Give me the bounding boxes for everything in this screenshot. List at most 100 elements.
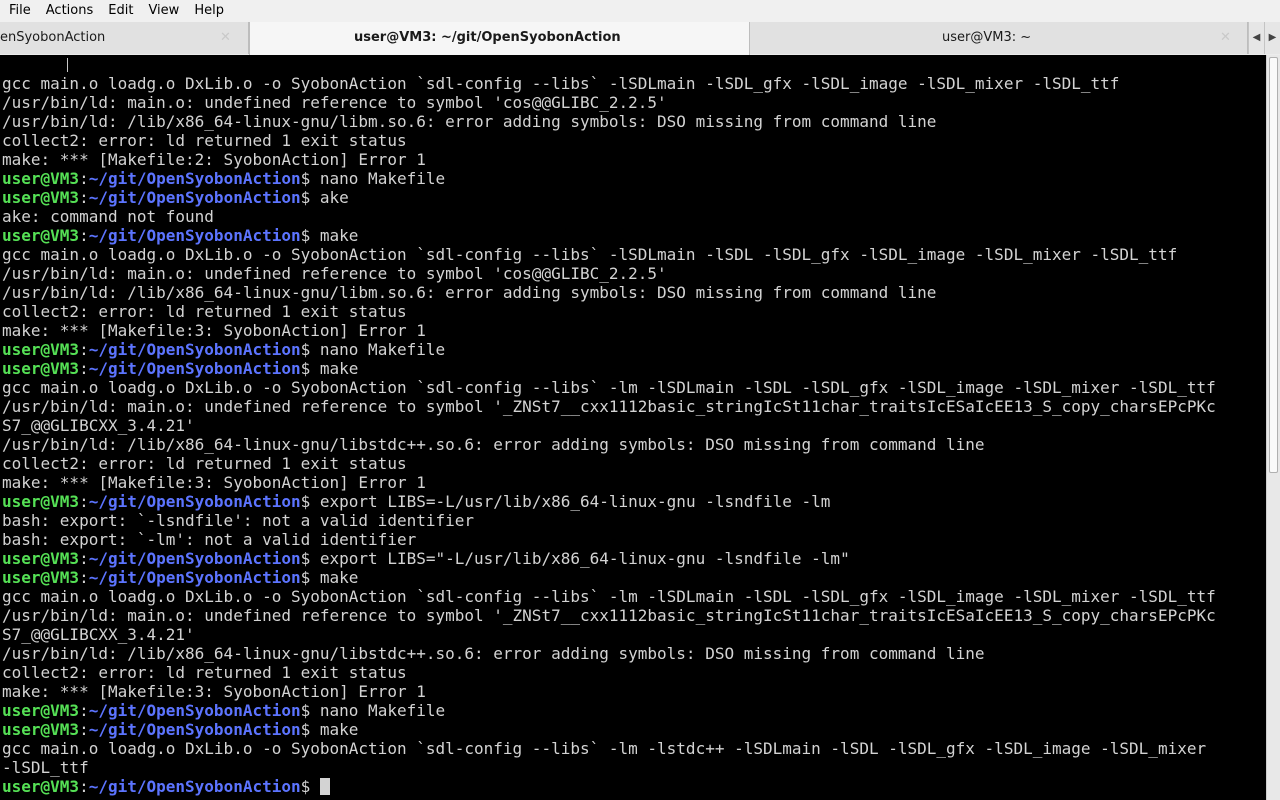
prompt-end: $ [300,549,320,568]
prompt-path: ~/git/OpenSyobonAction [88,226,301,245]
output-line: collect2: error: ld returned 1 exit stat… [2,663,407,682]
prompt-end: $ [300,340,320,359]
output-line: make: *** [Makefile:3: SyobonAction] Err… [2,473,426,492]
terminal-lines: gcc main.o loadg.o DxLib.o -o SyobonActi… [2,55,1216,796]
command-line: user@VM3:~/git/OpenSyobonAction$ ake [2,188,1216,207]
menu-help[interactable]: Help [185,0,230,22]
prompt-end: $ [300,492,320,511]
prompt-separator: : [79,359,89,378]
output-line: S7_@@GLIBCXX_3.4.21' [2,625,195,644]
prompt-user: user@VM3 [2,169,80,188]
scrollbar-thumb[interactable] [1269,57,1278,473]
command-line: user@VM3:~/git/OpenSyobonAction$ export … [2,492,1216,511]
output-line: /usr/bin/ld: main.o: undefined reference… [2,264,667,283]
tab-home[interactable]: user@VM3: ~ ✕ [750,22,1248,54]
prompt-end: $ [300,701,320,720]
prompt-separator: : [79,226,89,245]
command-line: user@VM3:~/git/OpenSyobonAction$ make [2,359,1216,378]
output-line: make: *** [Makefile:2: SyobonAction] Err… [2,150,426,169]
output-line: gcc main.o loadg.o DxLib.o -o SyobonActi… [2,378,1216,397]
command-line: user@VM3:~/git/OpenSyobonAction$ make [2,720,1216,739]
command-line: user@VM3:~/git/OpenSyobonAction$ nano Ma… [2,169,1216,188]
prompt-separator: : [79,188,89,207]
prompt-separator: : [79,549,89,568]
output-line: /usr/bin/ld: /lib/x86_64-linux-gnu/libm.… [2,112,937,131]
output-line: collect2: error: ld returned 1 exit stat… [2,454,407,473]
command-text: make [319,720,359,739]
output-line: /usr/bin/ld: main.o: undefined reference… [2,606,1216,625]
tab-opensyobonaction-1[interactable]: enSyobonAction ✕ [0,22,249,54]
tab-opensyobonaction-active[interactable]: user@VM3: ~/git/OpenSyobonAction [249,22,750,55]
prompt-end: $ [300,188,320,207]
active-prompt-line: user@VM3:~/git/OpenSyobonAction$ [2,777,1216,796]
tab-bar: enSyobonAction ✕ user@VM3: ~/git/OpenSyo… [0,22,1280,55]
output-line: ake: command not found [2,207,214,226]
prompt-separator: : [79,701,89,720]
command-text: make [319,568,359,587]
output-line: gcc main.o loadg.o DxLib.o -o SyobonActi… [2,739,1207,758]
tab-label: user@VM3: ~/git/OpenSyobonAction [354,30,621,45]
output-line: /usr/bin/ld: main.o: undefined reference… [2,93,667,112]
command-text: nano Makefile [319,340,446,359]
prompt-separator: : [79,720,89,739]
tab-label: user@VM3: ~ [942,30,1032,45]
prompt-end: $ [300,169,320,188]
output-line: /usr/bin/ld: main.o: undefined reference… [2,397,1216,416]
chevron-right-icon[interactable]: ▶ [1264,22,1280,54]
prompt-user: user@VM3 [2,777,80,796]
prompt-path: ~/git/OpenSyobonAction [88,701,301,720]
tab-label: enSyobonAction [0,30,106,45]
prompt-separator: : [79,492,89,511]
prompt-user: user@VM3 [2,492,80,511]
prompt-user: user@VM3 [2,568,80,587]
prompt-user: user@VM3 [2,188,80,207]
command-line: user@VM3:~/git/OpenSyobonAction$ make [2,226,1216,245]
output-line: collect2: error: ld returned 1 exit stat… [2,131,407,150]
output-line: collect2: error: ld returned 1 exit stat… [2,302,407,321]
prompt-path: ~/git/OpenSyobonAction [88,568,301,587]
terminal-scrollbar[interactable] [1266,55,1280,800]
menu-view[interactable]: View [139,0,185,22]
prompt-user: user@VM3 [2,359,80,378]
prompt-path: ~/git/OpenSyobonAction [88,549,301,568]
chevron-left-icon[interactable]: ◀ [1248,22,1264,54]
terminal-output[interactable]: ^ gcc main.o loadg.o DxLib.o -o SyobonAc… [0,55,1266,800]
prompt-separator: : [79,169,89,188]
prompt-end: $ [300,226,320,245]
menu-bar: File Actions Edit View Help [0,0,1280,22]
menu-edit[interactable]: Edit [99,0,139,22]
prompt-end: $ [300,777,320,796]
prompt-path: ~/git/OpenSyobonAction [88,359,301,378]
prompt-path: ~/git/OpenSyobonAction [88,777,301,796]
output-line: S7_@@GLIBCXX_3.4.21' [2,416,195,435]
command-line: user@VM3:~/git/OpenSyobonAction$ nano Ma… [2,340,1216,359]
prompt-end: $ [300,568,320,587]
command-line: user@VM3:~/git/OpenSyobonAction$ nano Ma… [2,701,1216,720]
command-text: nano Makefile [319,701,446,720]
output-line: bash: export: `-lm': not a valid identif… [2,530,417,549]
command-text: make [319,359,359,378]
prompt-end: $ [300,720,320,739]
close-icon[interactable]: ✕ [220,22,231,54]
menu-file[interactable]: File [0,0,37,22]
output-line: -lSDL_ttf [2,758,89,777]
prompt-path: ~/git/OpenSyobonAction [88,169,301,188]
command-text: ake [319,188,349,207]
prompt-separator: : [79,777,89,796]
prompt-separator: : [79,568,89,587]
prompt-separator: : [79,340,89,359]
command-text: nano Makefile [319,169,446,188]
command-text: make [319,226,359,245]
menu-actions[interactable]: Actions [37,0,100,22]
output-line: bash: export: `-lsndfile': not a valid i… [2,511,475,530]
prompt-path: ~/git/OpenSyobonAction [88,720,301,739]
prompt-user: user@VM3 [2,720,80,739]
output-line: make: *** [Makefile:3: SyobonAction] Err… [2,321,426,340]
close-icon[interactable]: ✕ [1220,22,1231,54]
prompt-end: $ [300,359,320,378]
prompt-user: user@VM3 [2,549,80,568]
command-line: user@VM3:~/git/OpenSyobonAction$ export … [2,549,1216,568]
command-text: export LIBS="-L/usr/lib/x86_64-linux-gnu… [319,549,850,568]
command-line: user@VM3:~/git/OpenSyobonAction$ make [2,568,1216,587]
